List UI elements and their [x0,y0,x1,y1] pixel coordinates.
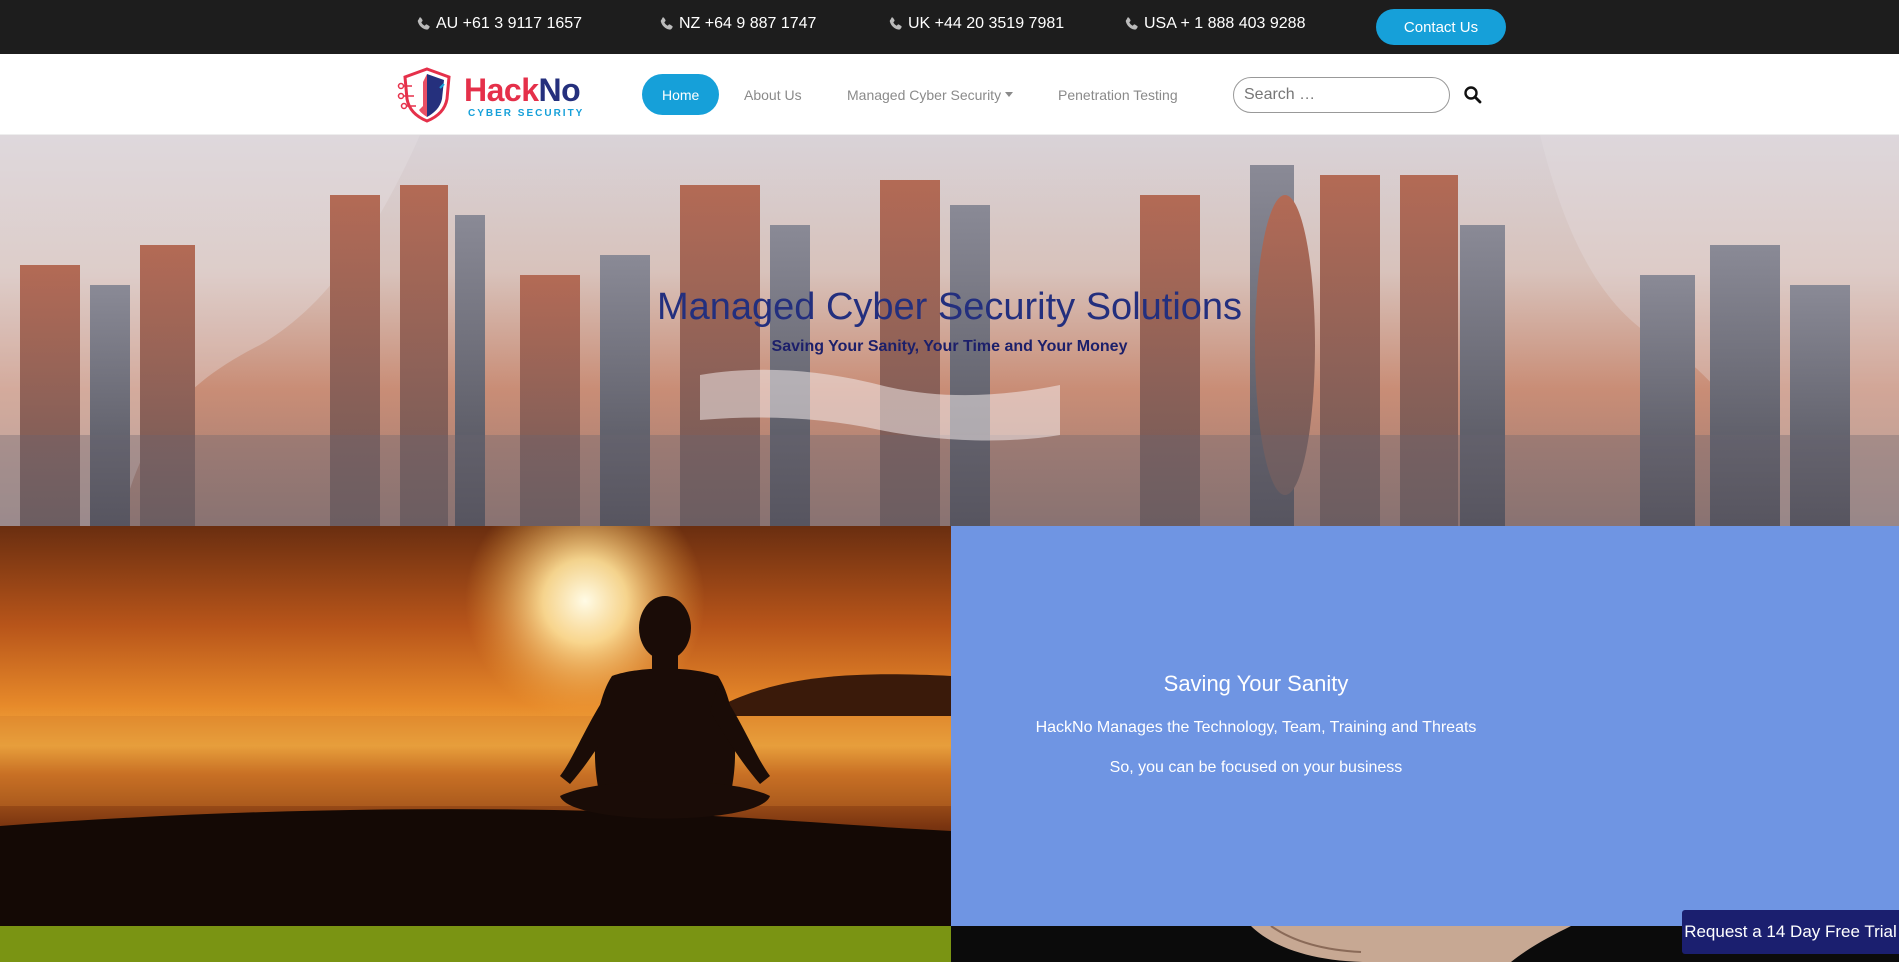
hero-banner: Managed Cyber Security Solutions Saving … [0,135,1899,526]
search-input[interactable] [1233,77,1450,113]
sanity-description: HackNo Manages the Technology, Team, Tra… [1035,719,1477,736]
phone-au-label: AU +61 3 9117 1657 [436,15,583,32]
nav-penetration-testing[interactable]: Penetration Testing [1058,74,1178,115]
phone-icon [889,17,902,30]
logo-word-hack: Hack [464,72,539,108]
phone-icon [660,17,673,30]
phone-uk[interactable]: UK +44 20 3519 7981 [888,15,1064,33]
phone-icon [417,17,430,30]
shield-circuit-icon [397,67,451,123]
logo[interactable]: HackNo CYBER SECURITY [396,66,592,124]
hero-title: Managed Cyber Security Solutions [656,286,1243,328]
top-contact-bar: AU +61 3 9117 1657 NZ +64 9 887 1747 UK … [0,0,1899,54]
request-free-trial-button[interactable]: Request a 14 Day Free Trial [1682,910,1899,954]
meditation-silhouette-image [0,526,951,926]
chevron-down-icon [1005,92,1014,97]
logo-wordmark: HackNo [464,72,581,109]
phone-usa-label: USA + 1 888 403 9288 [1144,15,1306,32]
nav-managed-cyber-security[interactable]: Managed Cyber Security [847,74,1014,115]
saving-sanity-panel: Saving Your Sanity HackNo Manages the Te… [951,526,1899,926]
phone-icon [1125,17,1138,30]
logo-tagline: CYBER SECURITY [468,108,585,119]
phone-nz-label: NZ +64 9 887 1747 [679,15,817,32]
search-icon[interactable] [1463,85,1483,105]
main-navbar: HackNo CYBER SECURITY Home About Us Mana… [0,54,1899,135]
logo-word-no: No [538,72,581,108]
nav-home[interactable]: Home [642,74,720,115]
hero-subtitle: Saving Your Sanity, Your Time and Your M… [771,338,1128,355]
phone-uk-label: UK +44 20 3519 7981 [908,15,1065,32]
phone-usa[interactable]: USA + 1 888 403 9288 [1124,15,1305,33]
sanity-tagline: So, you can be focused on your business [1109,759,1403,776]
phone-nz[interactable]: NZ +64 9 887 1747 [659,15,816,33]
phone-au[interactable]: AU +61 3 9117 1657 [416,15,582,33]
nav-about-us[interactable]: About Us [744,74,802,115]
contact-us-button[interactable]: Contact Us [1376,9,1506,45]
sanity-title: Saving Your Sanity [1163,671,1349,696]
meditation-sunset-image [0,526,951,926]
green-panel [0,926,951,962]
nav-managed-cyber-security-label: Managed Cyber Security [847,86,1002,103]
city-skyline-image [0,135,1899,526]
